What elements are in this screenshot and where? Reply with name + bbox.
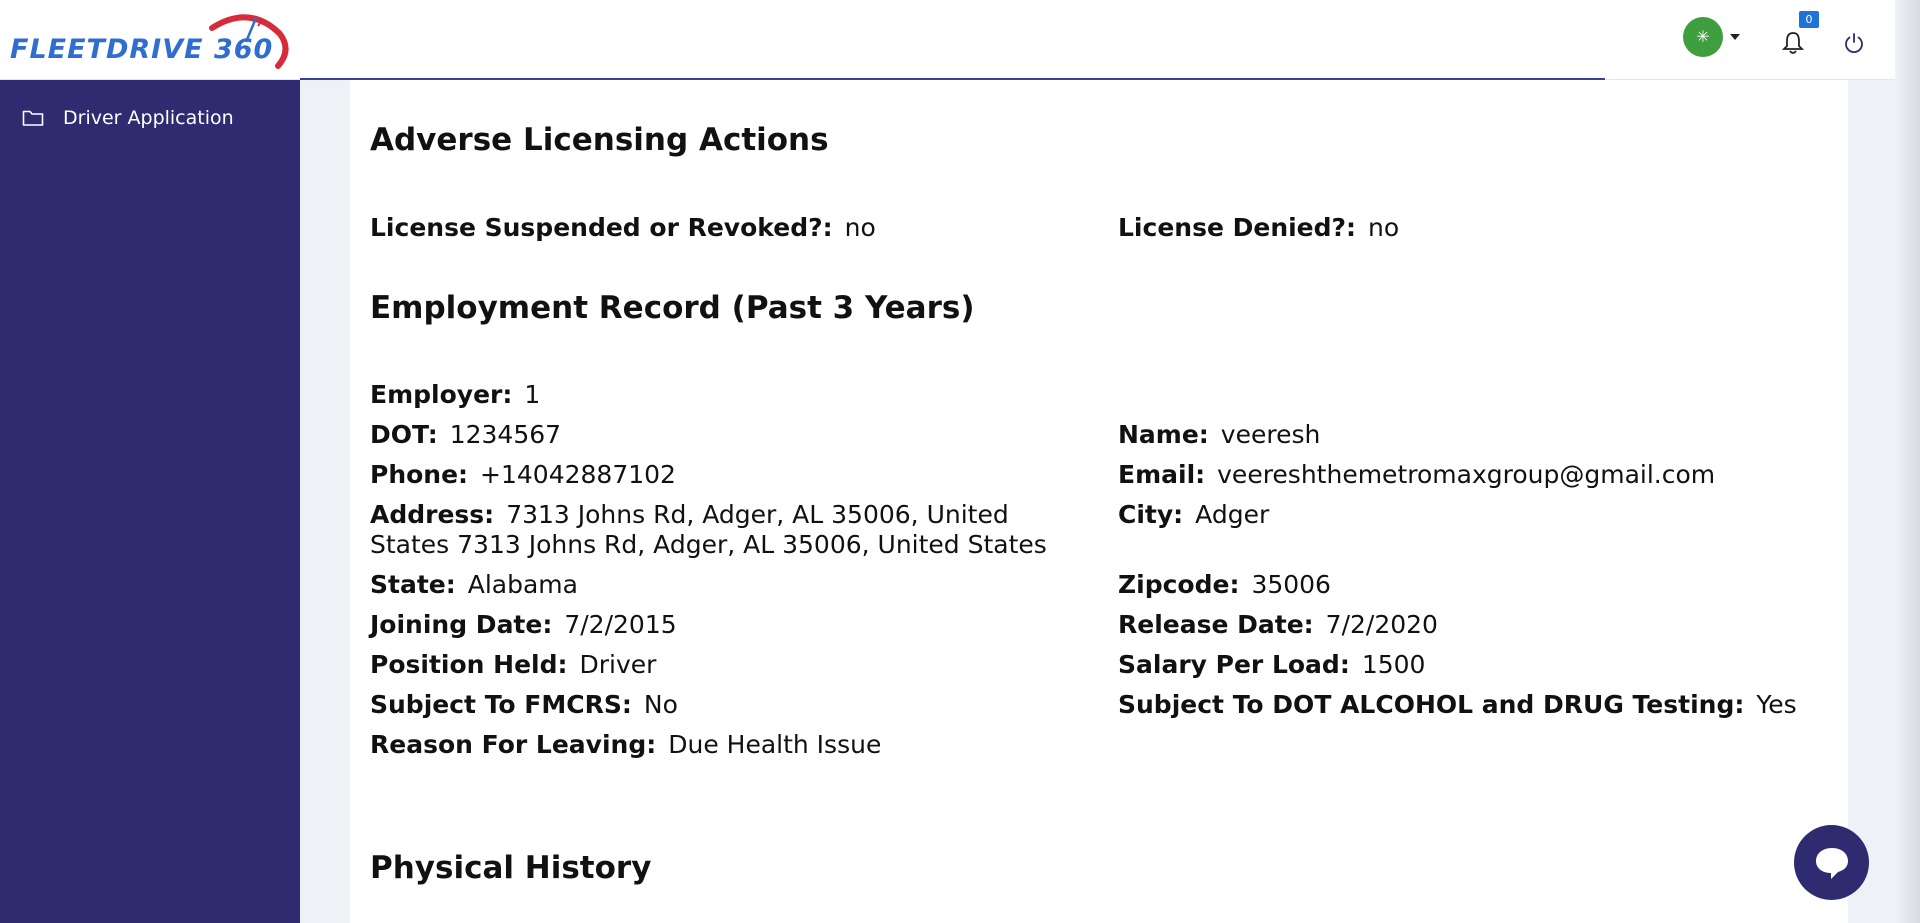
sidebar-item-driver-application[interactable]: Driver Application: [22, 100, 234, 136]
section-title-employment-record: Employment Record (Past 3 Years): [370, 290, 975, 326]
page-scroll-edge: [1895, 0, 1920, 923]
logo-text: FLEETDRIVE 360: [10, 34, 274, 65]
field-label: License Suspended or Revoked?:: [370, 213, 833, 242]
field-license-denied: License Denied?: no: [1118, 213, 1838, 243]
field-label: City:: [1118, 500, 1184, 529]
fleetdrive-logo[interactable]: FLEETDRIVE 360: [10, 12, 295, 72]
field-label: Employer:: [370, 380, 513, 409]
field-value: No: [643, 690, 678, 719]
chat-widget-button[interactable]: [1794, 825, 1869, 900]
field-state: State: Alabama: [370, 570, 1080, 600]
power-icon[interactable]: [1843, 32, 1865, 54]
field-label: Reason For Leaving:: [370, 730, 657, 759]
bell-icon[interactable]: [1782, 31, 1804, 55]
field-value: 7/2/2020: [1325, 610, 1438, 639]
field-city: City: Adger: [1118, 500, 1838, 530]
field-employer: Employer: 1: [370, 380, 1080, 410]
field-label: DOT:: [370, 420, 438, 449]
field-value: Alabama: [467, 570, 578, 599]
field-joining-date: Joining Date: 7/2/2015: [370, 610, 1080, 640]
field-label: Joining Date:: [370, 610, 553, 639]
sidebar: Driver Application: [0, 80, 300, 923]
field-value: Driver: [579, 650, 657, 679]
application-details-card: Adverse Licensing Actions License Suspen…: [350, 80, 1848, 923]
field-subject-dot-testing: Subject To DOT ALCOHOL and DRUG Testing:…: [1118, 690, 1838, 720]
field-value: 7/2/2015: [564, 610, 677, 639]
field-label: Phone:: [370, 460, 469, 489]
field-value: no: [1368, 213, 1400, 242]
field-value: Adger: [1195, 500, 1270, 529]
field-label: Subject To FMCRS:: [370, 690, 632, 719]
user-avatar[interactable]: ✳: [1683, 17, 1723, 57]
field-label: Address:: [370, 500, 495, 529]
field-label: Email:: [1118, 460, 1206, 489]
sidebar-item-label: Driver Application: [63, 107, 234, 129]
field-label: Salary Per Load:: [1118, 650, 1350, 679]
folder-icon: [22, 110, 44, 126]
field-label: Release Date:: [1118, 610, 1314, 639]
top-header: FLEETDRIVE 360 ✳ 0: [0, 0, 1920, 80]
field-label: Zipcode:: [1118, 570, 1240, 599]
field-value: Due Health Issue: [668, 730, 882, 759]
field-value: 35006: [1251, 570, 1331, 599]
field-value: 1234567: [449, 420, 562, 449]
field-dot: DOT: 1234567: [370, 420, 1080, 450]
field-release-date: Release Date: 7/2/2020: [1118, 610, 1838, 640]
field-value: 1: [524, 380, 541, 409]
field-label: Name:: [1118, 420, 1209, 449]
field-reason-for-leaving: Reason For Leaving: Due Health Issue: [370, 730, 1080, 760]
field-zipcode: Zipcode: 35006: [1118, 570, 1838, 600]
chevron-down-icon[interactable]: [1730, 34, 1740, 40]
field-address: Address: 7313 Johns Rd, Adger, AL 35006, …: [370, 500, 1080, 560]
field-value: 1500: [1361, 650, 1426, 679]
field-value: no: [844, 213, 876, 242]
field-name: Name: veeresh: [1118, 420, 1838, 450]
notification-badge: 0: [1799, 11, 1819, 28]
section-title-adverse-licensing: Adverse Licensing Actions: [370, 122, 829, 158]
field-value: veereshthemetromaxgroup@gmail.com: [1217, 460, 1716, 489]
field-email: Email: veereshthemetromaxgroup@gmail.com: [1118, 460, 1838, 490]
field-license-suspended: License Suspended or Revoked?: no: [370, 213, 1080, 243]
field-salary-per-load: Salary Per Load: 1500: [1118, 650, 1838, 680]
field-label: License Denied?:: [1118, 213, 1357, 242]
field-phone: Phone: +14042887102: [370, 460, 1080, 490]
field-label: Subject To DOT ALCOHOL and DRUG Testing:: [1118, 690, 1745, 719]
field-value: Yes: [1756, 690, 1797, 719]
chat-bubble-icon: [1815, 847, 1848, 879]
field-position-held: Position Held: Driver: [370, 650, 1080, 680]
field-subject-fmcrs: Subject To FMCRS: No: [370, 690, 1080, 720]
field-label: State:: [370, 570, 456, 599]
section-title-physical-history: Physical History: [370, 850, 652, 886]
field-label: Position Held:: [370, 650, 568, 679]
field-value: +14042887102: [480, 460, 676, 489]
field-value: veeresh: [1220, 420, 1321, 449]
